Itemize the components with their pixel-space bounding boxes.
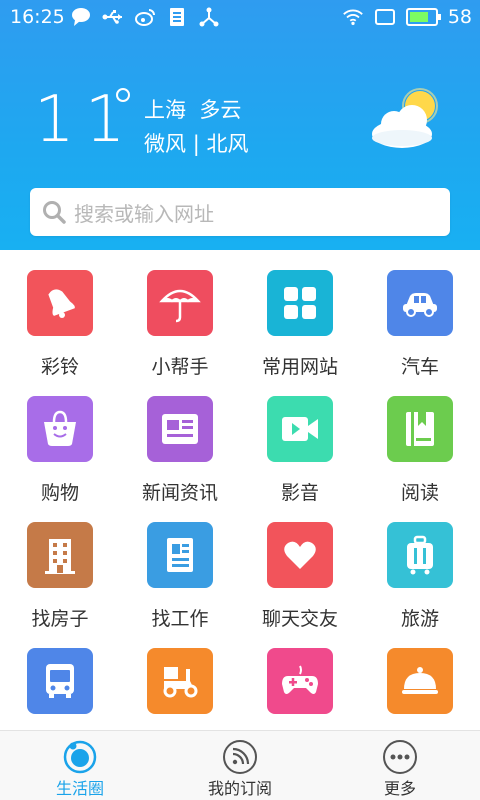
bus-icon [27, 648, 93, 714]
tile-chat[interactable]: 聊天交友 [240, 502, 360, 630]
shopping-bag-icon [27, 396, 93, 462]
wifi-icon [342, 6, 364, 28]
scooter-icon [147, 648, 213, 714]
search-bar[interactable]: 搜索或输入网址 [30, 188, 450, 236]
status-time: 16:25 [10, 6, 65, 28]
nav-label: 生活圈 [55, 779, 104, 798]
tile-reading[interactable]: 阅读 [360, 376, 480, 504]
tile-common-sites[interactable]: 常用网站 [240, 250, 360, 378]
weather-location-condition: 上海 多云 [144, 94, 241, 124]
weibo-icon [134, 6, 156, 28]
tile-label: 阅读 [400, 482, 439, 504]
search-input[interactable]: 搜索或输入网址 [74, 198, 214, 227]
nav-label: 更多 [383, 779, 416, 798]
tile-label: 旅游 [400, 608, 439, 630]
service-grid: 彩铃 小帮手 常用网站 汽车 购物 新闻资讯 影音 阅读 找房子 找工作 聊天交… [0, 250, 480, 730]
tile-label: 新闻资讯 [141, 482, 218, 504]
bell-icon [27, 270, 93, 336]
weather-wind: 微风 | 北风 [144, 128, 248, 158]
building-icon [27, 522, 93, 588]
wind-separator: | [192, 132, 200, 156]
tile-label: 购物 [40, 482, 79, 504]
tile-label: 聊天交友 [261, 608, 338, 630]
news-icon [147, 396, 213, 462]
food-cloche-icon [387, 648, 453, 714]
sim-icon [166, 6, 188, 28]
degree-symbol [116, 88, 130, 102]
search-icon [40, 198, 68, 226]
wind-direction: 北风 [206, 132, 249, 156]
luggage-icon [387, 522, 453, 588]
tile-label: 常用网站 [261, 356, 338, 378]
heart-icon [267, 522, 333, 588]
screen-icon [374, 6, 396, 28]
tile-label: 汽车 [400, 356, 439, 378]
umbrella-icon [147, 270, 213, 336]
tab-my-subscriptions[interactable]: 我的订阅 [160, 731, 320, 800]
weather-header: 16:25 58 11 上海 多云 微风 | 北风 搜索或输入网址 [0, 0, 480, 250]
partly-cloudy-icon[interactable] [368, 88, 442, 152]
book-icon [387, 396, 453, 462]
tile-shopping[interactable]: 购物 [0, 376, 120, 504]
rss-icon [222, 739, 258, 775]
wind-strength: 微风 [144, 132, 186, 156]
tile-label: 影音 [280, 482, 319, 504]
battery-level: 58 [447, 6, 472, 28]
battery-icon [405, 8, 441, 26]
message-icon [70, 6, 92, 28]
grid-icon [267, 270, 333, 336]
tile-house[interactable]: 找房子 [0, 502, 120, 630]
tile-video[interactable]: 影音 [240, 376, 360, 504]
nav-label: 我的订阅 [207, 779, 272, 798]
life-circle-icon [62, 739, 98, 775]
status-system: 58 [342, 6, 472, 28]
more-icon [382, 739, 418, 775]
city: 上海 [144, 98, 186, 122]
tile-car[interactable]: 汽车 [360, 250, 480, 378]
tile-color-ring[interactable]: 彩铃 [0, 250, 120, 378]
tile-label: 找工作 [151, 608, 209, 630]
tab-more[interactable]: 更多 [320, 731, 480, 800]
tile-travel[interactable]: 旅游 [360, 502, 480, 630]
video-icon [267, 396, 333, 462]
tile-label: 彩铃 [40, 356, 79, 378]
car-icon [387, 270, 453, 336]
tile-label: 找房子 [31, 608, 89, 630]
tab-life-circle[interactable]: 生活圈 [0, 731, 160, 800]
tile-jobs[interactable]: 找工作 [120, 502, 240, 630]
share-icon [198, 6, 220, 28]
newspaper-icon [147, 522, 213, 588]
gamepad-icon [267, 648, 333, 714]
status-notifications [70, 6, 220, 28]
bottom-nav: 生活圈 我的订阅 更多 [0, 730, 480, 800]
tile-helper[interactable]: 小帮手 [120, 250, 240, 378]
condition: 多云 [199, 98, 242, 122]
status-bar: 16:25 58 [0, 0, 480, 34]
usb-icon [102, 6, 124, 28]
tile-label: 小帮手 [151, 356, 209, 378]
tile-news[interactable]: 新闻资讯 [120, 376, 240, 504]
